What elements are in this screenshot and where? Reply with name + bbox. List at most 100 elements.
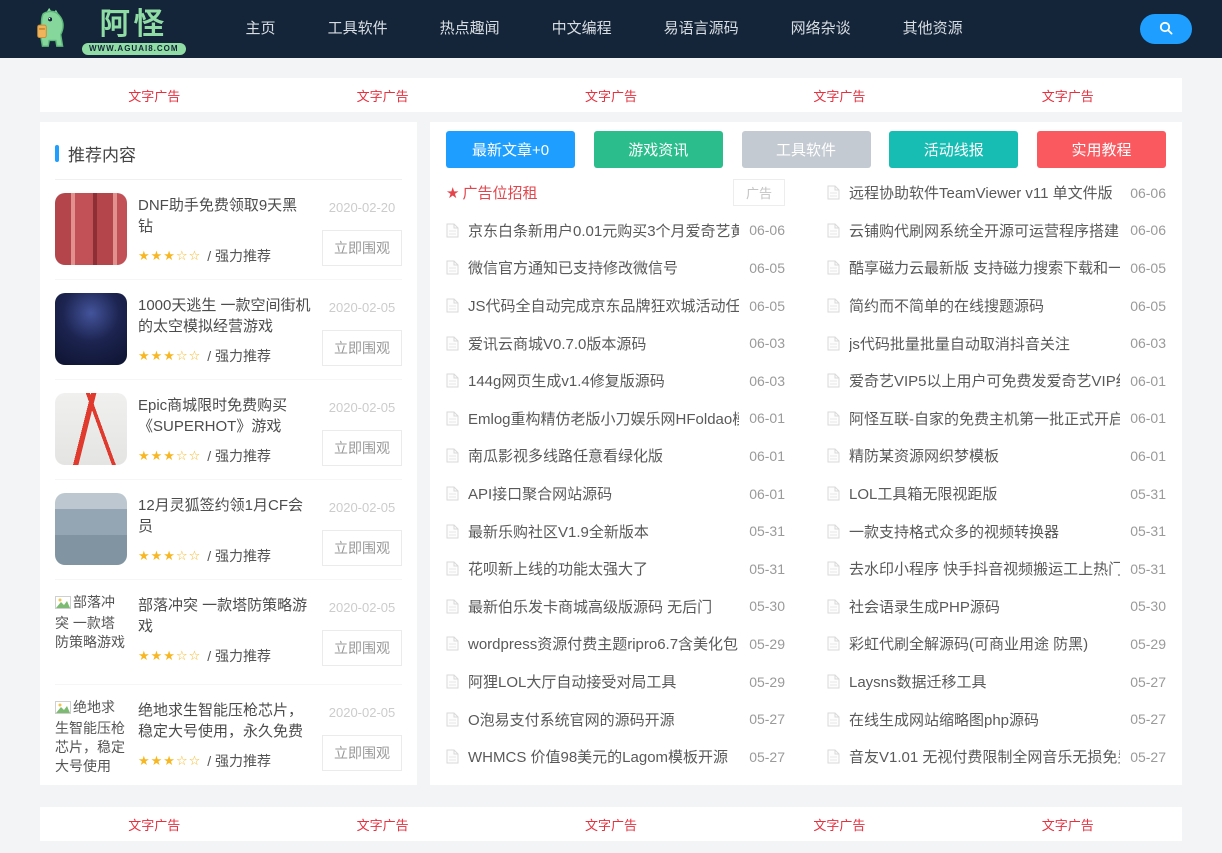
site-logo[interactable]: 阿怪 WWW.AGUAI8.COM <box>30 4 186 55</box>
category-button[interactable]: 活动线报 <box>889 131 1019 168</box>
article-title[interactable]: API接口聚合网站源码 <box>468 483 739 504</box>
article-row[interactable]: 云铺购代刷网系统全开源可运营程序搭建 06-06 <box>827 212 1166 250</box>
text-ad-link[interactable]: 文字广告 <box>813 815 865 834</box>
article-title[interactable]: 一款支持格式众多的视频转换器 <box>849 521 1120 542</box>
nav-link[interactable]: 工具软件 <box>302 0 414 58</box>
article-row[interactable]: O泡易支付系统官网的源码开源 05-27 <box>446 700 785 738</box>
article-row[interactable]: WHMCS 价值98美元的Lagom模板开源 05-27 <box>446 738 785 776</box>
article-row[interactable]: 144g网页生成v1.4修复版源码 06-03 <box>446 362 785 400</box>
article-title[interactable]: js代码批量批量自动取消抖音关注 <box>849 333 1120 354</box>
article-title[interactable]: Emlog重构精仿老版小刀娱乐网HFoldao模... <box>468 408 739 429</box>
text-ad-link[interactable]: 文字广告 <box>813 86 865 105</box>
item-title[interactable]: 绝地求生智能压枪芯片，稳定大号使用，永久免费 <box>138 700 311 742</box>
category-button[interactable]: 最新文章+0 <box>446 131 575 168</box>
article-title[interactable]: 京东白条新用户0.01元购买3个月爱奇艺黄... <box>468 220 739 241</box>
item-title[interactable]: 1000天逃生 一款空间街机的太空模拟经营游戏 <box>138 295 311 337</box>
nav-link[interactable]: 热点趣闻 <box>414 0 526 58</box>
recommended-item[interactable]: 12月灵狐签约领1月CF会员 ★★★☆☆ / 强力推荐 2020-02-05 立… <box>55 480 402 580</box>
item-thumbnail[interactable] <box>55 493 127 565</box>
article-title[interactable]: 144g网页生成v1.4修复版源码 <box>468 370 739 391</box>
article-title[interactable]: 南瓜影视多线路任意看绿化版 <box>468 445 739 466</box>
article-row[interactable]: 南瓜影视多线路任意看绿化版 06-01 <box>446 437 785 475</box>
article-row[interactable]: 音友V1.01 无视付费限制全网音乐无损免费... 05-27 <box>827 738 1166 776</box>
nav-link[interactable]: 主页 <box>220 0 302 58</box>
article-title[interactable]: 最新伯乐发卡商城高级版源码 无后门 <box>468 596 739 617</box>
article-row[interactable]: 爱奇艺VIP5以上用户可免费发爱奇艺VIP红包 06-01 <box>827 362 1166 400</box>
item-thumbnail[interactable] <box>55 393 127 465</box>
article-title[interactable]: 云铺购代刷网系统全开源可运营程序搭建 <box>849 220 1120 241</box>
article-row[interactable]: 彩虹代刷全解源码(可商业用途 防黑) 05-29 <box>827 625 1166 663</box>
article-title[interactable]: 爱奇艺VIP5以上用户可免费发爱奇艺VIP红包 <box>849 370 1120 391</box>
ad-slot-link[interactable]: ★ 广告位招租 <box>446 182 733 203</box>
article-row[interactable]: 简约而不简单的在线搜题源码 06-05 <box>827 287 1166 325</box>
article-row[interactable]: Emlog重构精仿老版小刀娱乐网HFoldao模... 06-01 <box>446 400 785 438</box>
article-title[interactable]: Laysns数据迁移工具 <box>849 671 1120 692</box>
article-row[interactable]: 社会语录生成PHP源码 05-30 <box>827 588 1166 626</box>
view-now-button[interactable]: 立即围观 <box>322 735 402 771</box>
text-ad-link[interactable]: 文字广告 <box>357 86 409 105</box>
text-ad-link[interactable]: 文字广告 <box>1042 815 1094 834</box>
recommended-item[interactable]: 1000天逃生 一款空间街机的太空模拟经营游戏 ★★★☆☆ / 强力推荐 202… <box>55 280 402 380</box>
item-title[interactable]: 12月灵狐签约领1月CF会员 <box>138 495 311 537</box>
article-title[interactable]: 爱讯云商城V0.7.0版本源码 <box>468 333 739 354</box>
nav-link[interactable]: 易语言源码 <box>638 0 765 58</box>
article-title[interactable]: 远程协助软件TeamViewer v11 单文件版 <box>849 182 1120 203</box>
article-row[interactable]: 去水印小程序 快手抖音视频搬运工上热门... 05-31 <box>827 550 1166 588</box>
article-row[interactable]: JS代码全自动完成京东品牌狂欢城活动任务 06-05 <box>446 287 785 325</box>
article-row[interactable]: 远程协助软件TeamViewer v11 单文件版 06-06 <box>827 174 1166 212</box>
article-row[interactable]: 爱讯云商城V0.7.0版本源码 06-03 <box>446 324 785 362</box>
article-title[interactable]: 阿狸LOL大厅自动接受对局工具 <box>468 671 739 692</box>
item-thumbnail[interactable]: 绝地求生智能压枪芯片，稳定大号使用 <box>55 698 127 776</box>
article-row[interactable]: 最新伯乐发卡商城高级版源码 无后门 05-30 <box>446 588 785 626</box>
text-ad-link[interactable]: 文字广告 <box>128 86 180 105</box>
article-title[interactable]: 简约而不简单的在线搜题源码 <box>849 295 1120 316</box>
recommended-item[interactable]: DNF助手免费领取9天黑钻 ★★★☆☆ / 强力推荐 2020-02-20 立即… <box>55 180 402 280</box>
article-title[interactable]: 彩虹代刷全解源码(可商业用途 防黑) <box>849 633 1120 654</box>
item-thumbnail[interactable] <box>55 193 127 265</box>
article-title[interactable]: 最新乐购社区V1.9全新版本 <box>468 521 739 542</box>
article-row[interactable]: 京东白条新用户0.01元购买3个月爱奇艺黄... 06-06 <box>446 212 785 250</box>
text-ad-link[interactable]: 文字广告 <box>585 815 637 834</box>
article-title[interactable]: 酷享磁力云最新版 支持磁力搜索下载和一... <box>849 257 1120 278</box>
article-row[interactable]: 最新乐购社区V1.9全新版本 05-31 <box>446 512 785 550</box>
recommended-item[interactable]: 绝地求生智能压枪芯片，稳定大号使用 绝地求生智能压枪芯片，稳定大号使用，永久免费… <box>55 685 402 785</box>
article-title[interactable]: 微信官方通知已支持修改微信号 <box>468 257 739 278</box>
article-row[interactable]: 一款支持格式众多的视频转换器 05-31 <box>827 512 1166 550</box>
article-row[interactable]: 阿怪互联-自家的免费主机第一批正式开启 06-01 <box>827 400 1166 438</box>
item-title[interactable]: DNF助手免费领取9天黑钻 <box>138 195 311 237</box>
article-row[interactable]: 精防某资源网织梦模板 06-01 <box>827 437 1166 475</box>
text-ad-link[interactable]: 文字广告 <box>1042 86 1094 105</box>
recommended-item[interactable]: Epic商城限时免费购买《SUPERHOT》游戏 ★★★☆☆ / 强力推荐 20… <box>55 380 402 480</box>
view-now-button[interactable]: 立即围观 <box>322 230 402 266</box>
category-button[interactable]: 工具软件 <box>741 131 871 168</box>
article-title[interactable]: O泡易支付系统官网的源码开源 <box>468 709 739 730</box>
view-now-button[interactable]: 立即围观 <box>322 530 402 566</box>
article-title[interactable]: 花呗新上线的功能太强大了 <box>468 558 739 579</box>
search-button[interactable] <box>1140 14 1192 44</box>
article-row[interactable]: 微信官方通知已支持修改微信号 06-05 <box>446 249 785 287</box>
text-ad-link[interactable]: 文字广告 <box>585 86 637 105</box>
article-title[interactable]: 去水印小程序 快手抖音视频搬运工上热门... <box>849 558 1120 579</box>
article-row[interactable]: API接口聚合网站源码 06-01 <box>446 475 785 513</box>
article-row[interactable]: LOL工具箱无限视距版 05-31 <box>827 475 1166 513</box>
item-title[interactable]: Epic商城限时免费购买《SUPERHOT》游戏 <box>138 395 311 437</box>
text-ad-link[interactable]: 文字广告 <box>128 815 180 834</box>
view-now-button[interactable]: 立即围观 <box>322 630 402 666</box>
article-title[interactable]: wordpress资源付费主题ripro6.7含美化包... <box>468 633 739 654</box>
category-button[interactable]: 游戏资讯 <box>593 131 723 168</box>
article-title[interactable]: 阿怪互联-自家的免费主机第一批正式开启 <box>849 408 1120 429</box>
article-row[interactable]: js代码批量批量自动取消抖音关注 06-03 <box>827 324 1166 362</box>
article-row[interactable]: 酷享磁力云最新版 支持磁力搜索下载和一... 06-05 <box>827 249 1166 287</box>
article-title[interactable]: 社会语录生成PHP源码 <box>849 596 1120 617</box>
item-thumbnail[interactable] <box>55 293 127 365</box>
nav-link[interactable]: 其他资源 <box>877 0 989 58</box>
article-row[interactable]: 在线生成网站缩略图php源码 05-27 <box>827 700 1166 738</box>
recommended-item[interactable]: 部落冲突 一款塔防策略游戏 部落冲突 一款塔防策略游戏 ★★★☆☆ / 强力推荐… <box>55 580 402 685</box>
view-now-button[interactable]: 立即围观 <box>322 330 402 366</box>
article-title[interactable]: WHMCS 价值98美元的Lagom模板开源 <box>468 746 739 767</box>
item-thumbnail[interactable]: 部落冲突 一款塔防策略游戏 <box>55 593 127 671</box>
nav-link[interactable]: 网络杂谈 <box>765 0 877 58</box>
article-title[interactable]: 在线生成网站缩略图php源码 <box>849 709 1120 730</box>
item-title[interactable]: 部落冲突 一款塔防策略游戏 <box>138 595 311 637</box>
article-title[interactable]: 音友V1.01 无视付费限制全网音乐无损免费... <box>849 746 1120 767</box>
